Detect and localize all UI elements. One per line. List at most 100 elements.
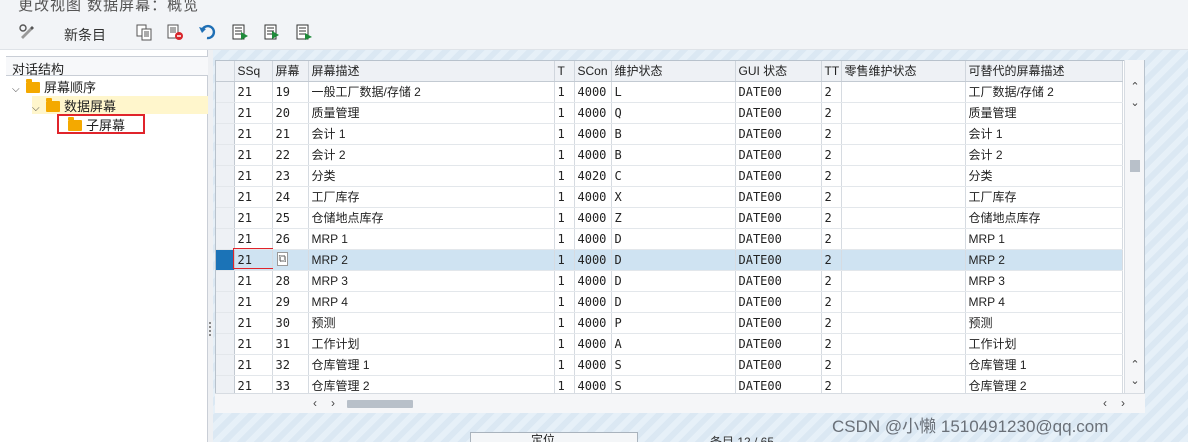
table-cell[interactable]: 分类: [308, 165, 555, 187]
table-row[interactable]: 21 23 分类 1 4020 C DATE00 2 分类: [216, 165, 1123, 187]
table-cell[interactable]: [841, 165, 966, 187]
table-cell[interactable]: 24: [272, 186, 309, 208]
column-header[interactable]: 屏幕描述: [308, 61, 555, 82]
table-cell[interactable]: Z: [611, 207, 736, 229]
deselect-all-icon[interactable]: [295, 23, 313, 41]
table-cell[interactable]: D: [611, 228, 736, 250]
table-cell[interactable]: B: [611, 123, 736, 145]
table-cell[interactable]: 1: [554, 249, 575, 271]
table-cell[interactable]: 1: [554, 186, 575, 208]
table-cell[interactable]: C: [611, 165, 736, 187]
table-cell[interactable]: B: [611, 144, 736, 166]
row-selector[interactable]: [216, 207, 235, 229]
table-cell[interactable]: 1: [554, 312, 575, 334]
display-change-icon[interactable]: [18, 23, 36, 41]
select-all-icon[interactable]: [231, 23, 249, 41]
table-cell[interactable]: 32: [272, 354, 309, 376]
column-header[interactable]: 零售维护状态: [841, 61, 966, 82]
table-cell[interactable]: 2: [821, 312, 842, 334]
scroll-down-icon[interactable]: ⌄: [1125, 96, 1145, 112]
table-cell[interactable]: 仓库管理 1: [965, 354, 1123, 376]
table-cell[interactable]: 21: [234, 186, 273, 208]
table-cell[interactable]: 25: [272, 207, 309, 229]
table-cell[interactable]: 1: [554, 354, 575, 376]
table-cell[interactable]: 2: [821, 249, 842, 271]
table-cell[interactable]: 22: [272, 144, 309, 166]
table-cell[interactable]: DATE00: [735, 354, 822, 376]
table-cell[interactable]: [841, 186, 966, 208]
table-cell[interactable]: 20: [272, 102, 309, 124]
table-cell[interactable]: [841, 333, 966, 355]
column-header[interactable]: 屏幕: [272, 61, 309, 82]
horizontal-scrollbar[interactable]: ‹ › ‹ ›: [215, 393, 1145, 413]
row-selector[interactable]: [216, 249, 235, 271]
table-cell[interactable]: 4000: [574, 333, 612, 355]
table-cell[interactable]: [841, 312, 966, 334]
table-cell[interactable]: 分类: [965, 165, 1123, 187]
scroll-left-icon[interactable]: ‹: [313, 396, 317, 410]
table-cell[interactable]: [841, 270, 966, 292]
row-selector[interactable]: [216, 354, 235, 376]
tree-item-data-screen[interactable]: ⌵ 数据屏幕: [32, 96, 208, 114]
row-selector[interactable]: [216, 270, 235, 292]
table-cell[interactable]: 4000: [574, 354, 612, 376]
table-cell[interactable]: DATE00: [735, 228, 822, 250]
table-cell[interactable]: 2: [821, 228, 842, 250]
table-cell[interactable]: 2: [821, 165, 842, 187]
table-cell[interactable]: 质量管理: [308, 102, 555, 124]
select-block-icon[interactable]: [263, 23, 281, 41]
copy-icon[interactable]: [135, 23, 153, 41]
table-cell[interactable]: 工厂库存: [965, 186, 1123, 208]
table-cell[interactable]: 会计 2: [308, 144, 555, 166]
table-cell[interactable]: 21: [234, 81, 273, 103]
row-selector[interactable]: [216, 144, 235, 166]
table-cell[interactable]: DATE00: [735, 207, 822, 229]
scrollbar-thumb[interactable]: [347, 400, 413, 408]
scroll-up-icon[interactable]: ⌃: [1125, 358, 1145, 374]
table-cell[interactable]: 21: [234, 144, 273, 166]
table-cell[interactable]: DATE00: [735, 186, 822, 208]
table-cell[interactable]: MRP 4: [308, 291, 555, 313]
table-cell[interactable]: 21: [272, 123, 309, 145]
table-cell[interactable]: 工厂库存: [308, 186, 555, 208]
table-cell[interactable]: MRP 2: [965, 249, 1123, 271]
table-cell[interactable]: MRP 1: [965, 228, 1123, 250]
table-cell[interactable]: 2: [821, 102, 842, 124]
table-cell[interactable]: 2: [821, 333, 842, 355]
table-cell[interactable]: 4000: [574, 186, 612, 208]
table-cell[interactable]: 21: [234, 102, 273, 124]
table-cell[interactable]: [841, 354, 966, 376]
table-row[interactable]: 21 29 MRP 4 1 4000 D DATE00 2 MRP 4: [216, 291, 1123, 313]
tree-item-screen-sequence[interactable]: ⌵ 屏幕顺序: [12, 77, 96, 95]
table-cell[interactable]: 21: [234, 249, 273, 271]
table-row[interactable]: 21 25 仓储地点库存 1 4000 Z DATE00 2 仓储地点库存: [216, 207, 1123, 229]
table-cell[interactable]: 21: [234, 228, 273, 250]
table-cell[interactable]: 28: [272, 270, 309, 292]
table-cell[interactable]: 2: [821, 144, 842, 166]
table-cell[interactable]: DATE00: [735, 333, 822, 355]
table-cell[interactable]: [841, 228, 966, 250]
row-selector[interactable]: [216, 123, 235, 145]
table-cell[interactable]: 1: [554, 207, 575, 229]
column-header[interactable]: TT: [821, 61, 842, 82]
table-cell[interactable]: 4000: [574, 291, 612, 313]
table-cell[interactable]: S: [611, 354, 736, 376]
table-row[interactable]: 21 28 MRP 3 1 4000 D DATE00 2 MRP 3: [216, 270, 1123, 292]
table-cell[interactable]: 4000: [574, 312, 612, 334]
scroll-up-icon[interactable]: ⌃: [1125, 80, 1145, 96]
table-cell[interactable]: 一般工厂数据/存储 2: [308, 81, 555, 103]
table-cell[interactable]: MRP 4: [965, 291, 1123, 313]
row-selector[interactable]: [216, 291, 235, 313]
table-cell[interactable]: 工作计划: [308, 333, 555, 355]
table-cell[interactable]: DATE00: [735, 312, 822, 334]
table-cell[interactable]: A: [611, 333, 736, 355]
table-cell[interactable]: 预测: [965, 312, 1123, 334]
table-row[interactable]: 21 22 会计 2 1 4000 B DATE00 2 会计 2: [216, 144, 1123, 166]
table-cell[interactable]: 30: [272, 312, 309, 334]
scroll-right-icon[interactable]: ›: [331, 396, 335, 410]
table-cell[interactable]: 29: [272, 291, 309, 313]
table-cell[interactable]: 1: [554, 81, 575, 103]
table-cell[interactable]: 会计 2: [965, 144, 1123, 166]
table-cell[interactable]: D: [611, 249, 736, 271]
table-row[interactable]: 21 21 会计 1 1 4000 B DATE00 2 会计 1: [216, 123, 1123, 145]
